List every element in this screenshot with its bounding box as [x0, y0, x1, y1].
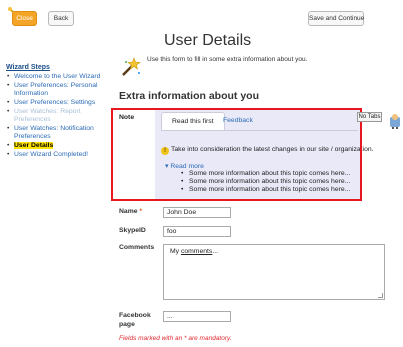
toolbar: Close Back Save and Continue [0, 0, 403, 32]
page-title: User Details [164, 32, 252, 49]
close-button[interactable]: Close [12, 11, 37, 26]
wizard-steps-list: Welcome to the User Wizard User Preferenc… [6, 73, 118, 159]
wizard-step-item[interactable]: User Wizard Completed! [6, 151, 118, 159]
mandatory-note: Fields marked with an * are mandatory. [119, 335, 232, 342]
wizard-step-label: User Wizard Completed! [14, 151, 89, 158]
wizard-step-label: User Watches: Report Preferences [14, 108, 81, 123]
wizard-step-item: User Watches: Report Preferences [6, 108, 118, 124]
name-label: Name * [119, 208, 143, 215]
wizard-steps-title[interactable]: Wizard Steps [6, 64, 118, 71]
no-tabs-button[interactable]: No Tabs [357, 112, 382, 122]
wizard-steps-sidebar: Wizard Steps Welcome to the User Wizard U… [6, 64, 118, 160]
save-and-continue-button[interactable]: Save and Continue [308, 11, 364, 26]
wizard-step-item[interactable]: User Watches: Notification Preferences [6, 125, 118, 141]
facebook-label: Facebook page [119, 312, 151, 328]
wizard-step-label: User Watches: Notification Preferences [14, 125, 94, 140]
comments-textarea[interactable]: My comments... [163, 244, 385, 300]
wizard-step-label: User Preferences: Personal Information [14, 82, 98, 97]
magic-wand-icon [122, 57, 141, 76]
comments-spellcheck-word: comments [180, 248, 213, 255]
wizard-step-item[interactable]: User Preferences: Settings [6, 99, 118, 107]
wizard-step-label: User Preferences: Settings [14, 99, 96, 106]
name-input[interactable]: John Doe [163, 207, 231, 218]
skype-label: SkypeID [119, 227, 146, 234]
comments-label: Comments [119, 244, 155, 251]
help-character-icon [390, 114, 400, 129]
skype-input[interactable]: foo [163, 226, 231, 237]
resize-handle[interactable] [378, 293, 383, 298]
back-button[interactable]: Back [48, 11, 74, 26]
intro-text: Use this form to fill in some extra info… [147, 56, 308, 63]
wizard-step-item: User Details [6, 142, 118, 150]
facebook-input[interactable]: ... [163, 311, 231, 322]
note-highlight-frame [111, 108, 362, 201]
wizard-step-label: User Details [14, 142, 54, 149]
wizard-step-label: Welcome to the User Wizard [14, 73, 101, 80]
section-heading: Extra information about you [119, 90, 260, 102]
required-marker: * [139, 208, 143, 215]
wizard-step-item[interactable]: Welcome to the User Wizard [6, 73, 118, 81]
wizard-step-item[interactable]: User Preferences: Personal Information [6, 82, 118, 98]
